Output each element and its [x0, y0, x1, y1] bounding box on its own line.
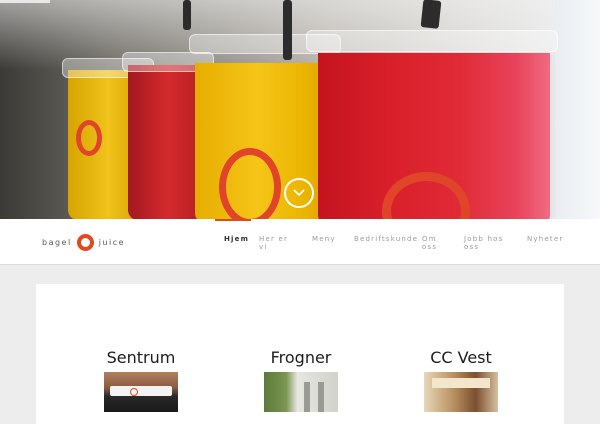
nav-item-jobb-hos-oss[interactable]: Jobb hos oss: [464, 235, 504, 251]
nav-item-meny[interactable]: Meny: [312, 235, 352, 243]
brand-logo[interactable]: bagel juice: [42, 229, 125, 255]
main-navbar: bagel juice Hjem Her er vi Meny Bedrifts…: [0, 219, 600, 265]
location-frogner[interactable]: Frogner: [226, 348, 376, 412]
location-photo[interactable]: [104, 372, 178, 412]
nav-item-nyheter[interactable]: Nyheter: [527, 235, 567, 243]
hero-banner: [0, 0, 600, 219]
brand-word-right: juice: [98, 237, 126, 247]
nav-item-hjem[interactable]: Hjem: [224, 235, 264, 243]
location-sentrum[interactable]: Sentrum: [66, 348, 216, 412]
hero-cup-red: [306, 30, 558, 219]
locations-card: Sentrum Frogner CC Vest: [36, 284, 564, 424]
nav-item-bedriftskunde[interactable]: Bedriftskunde: [354, 235, 417, 243]
location-photo[interactable]: [424, 372, 498, 412]
nav-item-om-oss[interactable]: Om oss: [422, 235, 440, 251]
brand-word-left: bagel: [42, 237, 72, 247]
location-title: Frogner: [270, 348, 332, 367]
nav-item-her-er-vi[interactable]: Her er vi: [259, 235, 289, 251]
orange-ring-logo-icon: [76, 233, 94, 251]
nav-active-indicator: [215, 219, 251, 221]
scroll-down-button[interactable]: [284, 178, 314, 208]
location-cc-vest[interactable]: CC Vest: [386, 348, 536, 412]
location-title: CC Vest: [430, 348, 492, 367]
location-title: Sentrum: [106, 348, 176, 367]
location-photo[interactable]: [264, 372, 338, 412]
chevron-down-icon: [293, 189, 305, 197]
hero-cup-yellow: [189, 28, 341, 219]
